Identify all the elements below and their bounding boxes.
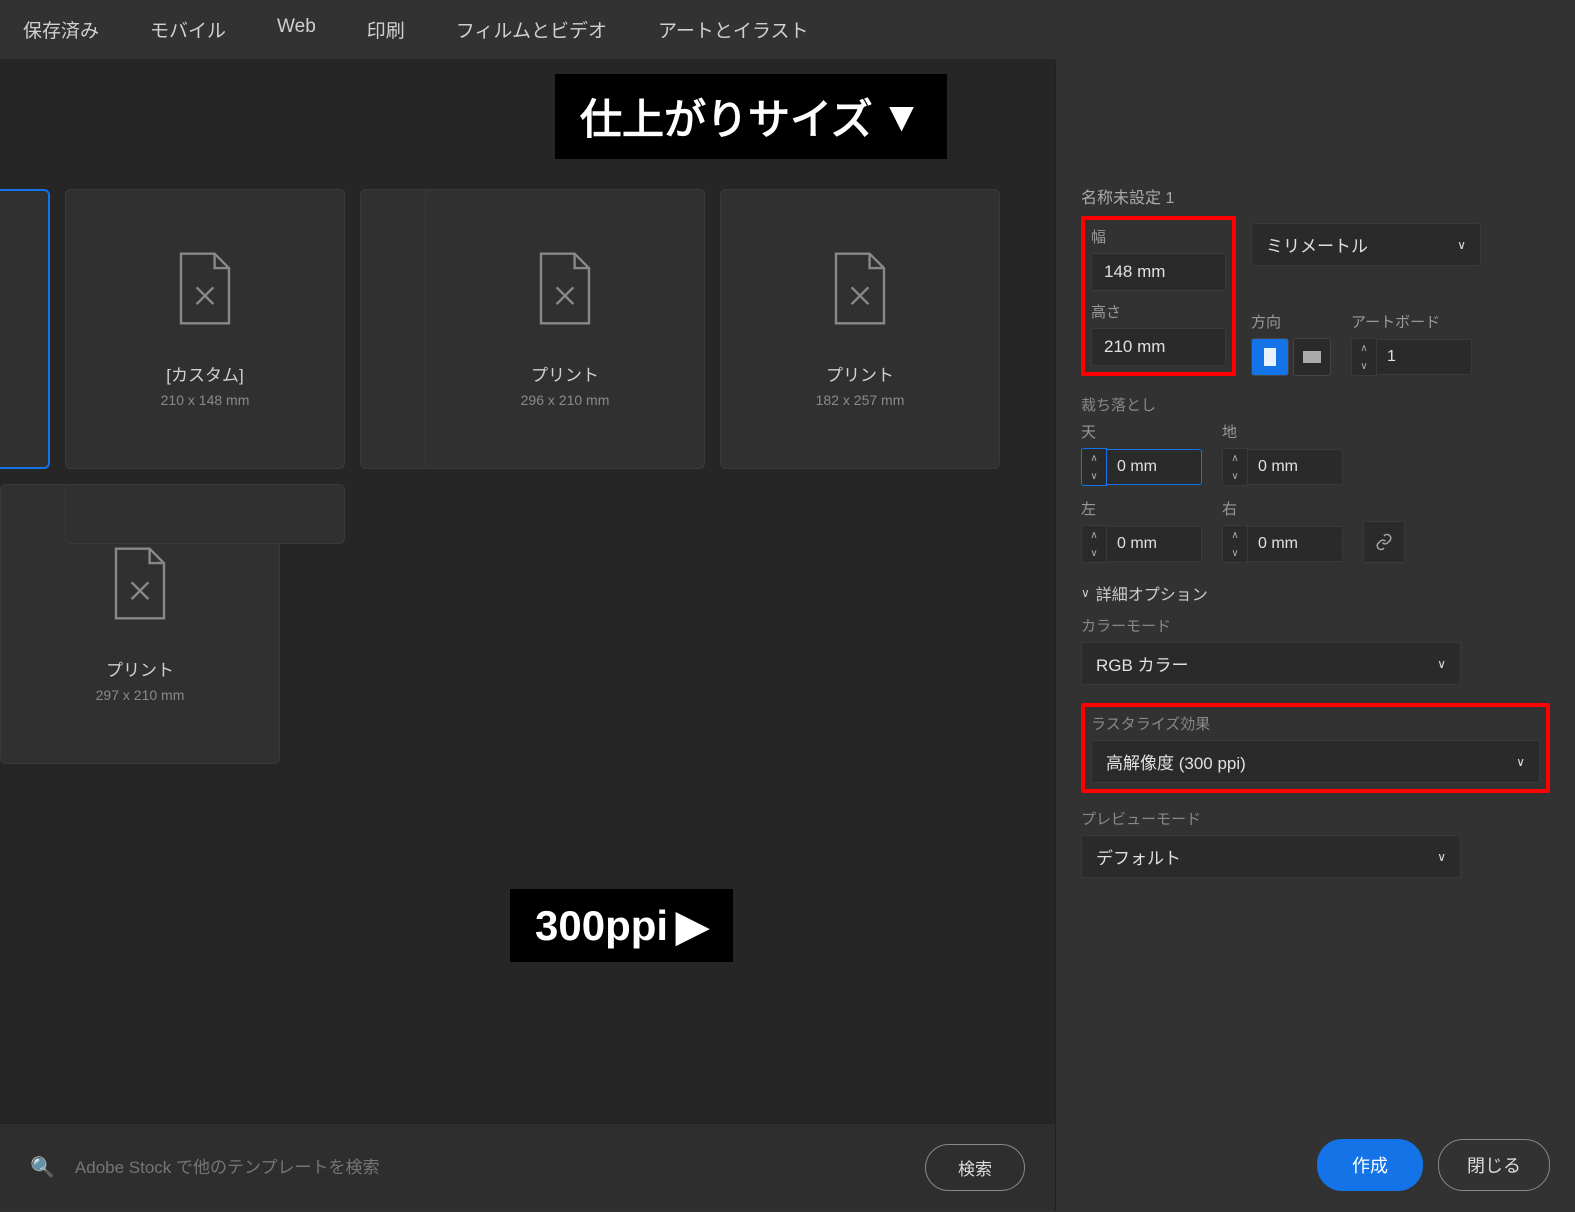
raster-highlight: ラスタライズ効果 高解像度 (300 ppi) ∨ (1081, 703, 1550, 793)
settings-panel: 名称未設定 1 幅 高さ ミリメートル ∨ (1055, 59, 1575, 1211)
unit-value: ミリメートル (1266, 232, 1368, 257)
search-icon: 🔍 (30, 1155, 55, 1180)
chevron-down-icon: ∨ (1437, 657, 1446, 671)
height-input[interactable] (1091, 328, 1226, 366)
preset-name: プリント (106, 656, 174, 681)
preset-name: [カスタム] (166, 361, 243, 386)
stepper-down-icon[interactable]: ∨ (1082, 467, 1106, 485)
preset-size: 210 x 148 mm (161, 392, 250, 408)
colormode-dropdown[interactable]: RGB カラー ∨ (1081, 642, 1461, 685)
preset-name: プリント (531, 361, 599, 386)
preset-card[interactable]: プリント 128 x 182 mm (0, 189, 50, 469)
bleed-left-input[interactable] (1107, 526, 1202, 562)
tab-art[interactable]: アートとイラスト (650, 10, 816, 49)
stepper-down-icon[interactable]: ∨ (1352, 357, 1376, 375)
preset-area: 仕上がりサイズ ▼ 300ppi ▶ プリント 128 x 182 mm [カス… (0, 59, 1055, 1211)
bleed-top-stepper[interactable]: ∧∨ (1081, 448, 1202, 486)
triangle-down-icon: ▼ (881, 93, 923, 141)
preset-card[interactable] (65, 484, 345, 544)
colormode-label: カラーモード (1081, 615, 1550, 636)
preset-detail-name: 名称未設定 1 (1081, 74, 1550, 208)
triangle-right-icon: ▶ (676, 901, 708, 950)
stepper-up-icon[interactable]: ∧ (1223, 449, 1247, 467)
tab-mobile[interactable]: モバイル (142, 10, 234, 49)
stepper-down-icon[interactable]: ∨ (1223, 544, 1247, 562)
tab-web[interactable]: Web (269, 10, 324, 49)
preset-card[interactable]: [カスタム] 210 x 148 mm (65, 189, 345, 469)
stepper-up-icon[interactable]: ∧ (1082, 526, 1106, 544)
stepper-down-icon[interactable]: ∨ (1223, 467, 1247, 485)
bleed-bottom-label: 地 (1222, 421, 1343, 442)
chevron-down-icon: ∨ (1516, 755, 1525, 769)
document-x-icon (535, 251, 595, 326)
bleed-right-stepper[interactable]: ∧∨ (1222, 525, 1343, 563)
bleed-right-label: 右 (1222, 498, 1343, 519)
annotation-text: 300ppi (535, 902, 668, 950)
annotation-ppi: 300ppi ▶ (510, 889, 733, 962)
artboard-count-input[interactable] (1377, 339, 1472, 375)
annotation-finish-size: 仕上がりサイズ ▼ (555, 74, 947, 159)
search-button[interactable]: 検索 (925, 1144, 1025, 1191)
tab-film[interactable]: フィルムとビデオ (448, 10, 615, 49)
document-x-icon (175, 251, 235, 326)
artboard-label: アートボード (1351, 311, 1472, 332)
chevron-down-icon: ∨ (1081, 586, 1090, 600)
tab-print[interactable]: 印刷 (359, 10, 413, 49)
bleed-top-label: 天 (1081, 421, 1202, 442)
link-icon (1375, 533, 1393, 551)
preset-size: 296 x 210 mm (521, 392, 610, 408)
size-highlight: 幅 高さ (1081, 216, 1236, 376)
raster-value: 高解像度 (300 ppi) (1106, 749, 1246, 774)
height-label: 高さ (1091, 301, 1226, 322)
preset-card[interactable]: プリント 296 x 210 mm (425, 189, 705, 469)
stepper-up-icon[interactable]: ∧ (1352, 339, 1376, 357)
document-x-icon (110, 546, 170, 621)
bleed-top-input[interactable] (1107, 449, 1202, 485)
preview-dropdown[interactable]: デフォルト ∨ (1081, 835, 1461, 878)
annotation-text: 仕上がりサイズ (580, 86, 873, 147)
preset-size: 182 x 257 mm (816, 392, 905, 408)
raster-label: ラスタライズ効果 (1091, 713, 1540, 734)
bleed-right-input[interactable] (1248, 526, 1343, 562)
preview-label: プレビューモード (1081, 808, 1550, 829)
bleed-left-stepper[interactable]: ∧∨ (1081, 525, 1202, 563)
category-tabs: 保存済み モバイル Web 印刷 フィルムとビデオ アートとイラスト (0, 0, 1575, 59)
advanced-toggle[interactable]: ∨ 詳細オプション (1081, 581, 1550, 605)
document-x-icon (830, 251, 890, 326)
raster-dropdown[interactable]: 高解像度 (300 ppi) ∨ (1091, 740, 1540, 783)
orientation-portrait[interactable] (1251, 338, 1289, 376)
landscape-icon (1302, 349, 1322, 365)
preset-card[interactable]: プリント 182 x 257 mm (720, 189, 1000, 469)
orientation-landscape[interactable] (1293, 338, 1331, 376)
unit-dropdown[interactable]: ミリメートル ∨ (1251, 223, 1481, 266)
link-bleed-button[interactable] (1363, 521, 1405, 563)
width-input[interactable] (1091, 253, 1226, 291)
preview-value: デフォルト (1096, 844, 1181, 869)
portrait-icon (1262, 347, 1278, 367)
bleed-label: 裁ち落とし (1081, 394, 1550, 415)
preset-name: プリント (826, 361, 894, 386)
tab-saved[interactable]: 保存済み (15, 10, 107, 49)
search-input[interactable] (75, 1158, 905, 1178)
bleed-bottom-stepper[interactable]: ∧∨ (1222, 448, 1343, 486)
colormode-value: RGB カラー (1096, 651, 1189, 676)
stepper-up-icon[interactable]: ∧ (1223, 526, 1247, 544)
close-button[interactable]: 閉じる (1438, 1139, 1550, 1191)
preset-size: 297 x 210 mm (96, 687, 185, 703)
bleed-bottom-input[interactable] (1248, 449, 1343, 485)
chevron-down-icon: ∨ (1457, 238, 1466, 252)
bleed-left-label: 左 (1081, 498, 1202, 519)
width-label: 幅 (1091, 226, 1226, 247)
stepper-up-icon[interactable]: ∧ (1082, 449, 1106, 467)
create-button[interactable]: 作成 (1317, 1139, 1423, 1191)
chevron-down-icon: ∨ (1437, 850, 1446, 864)
search-bar: 🔍 検索 (0, 1123, 1055, 1211)
advanced-label: 詳細オプション (1096, 581, 1208, 605)
artboard-stepper[interactable]: ∧ ∨ (1351, 338, 1472, 376)
stepper-down-icon[interactable]: ∨ (1082, 544, 1106, 562)
orientation-label: 方向 (1251, 311, 1331, 332)
